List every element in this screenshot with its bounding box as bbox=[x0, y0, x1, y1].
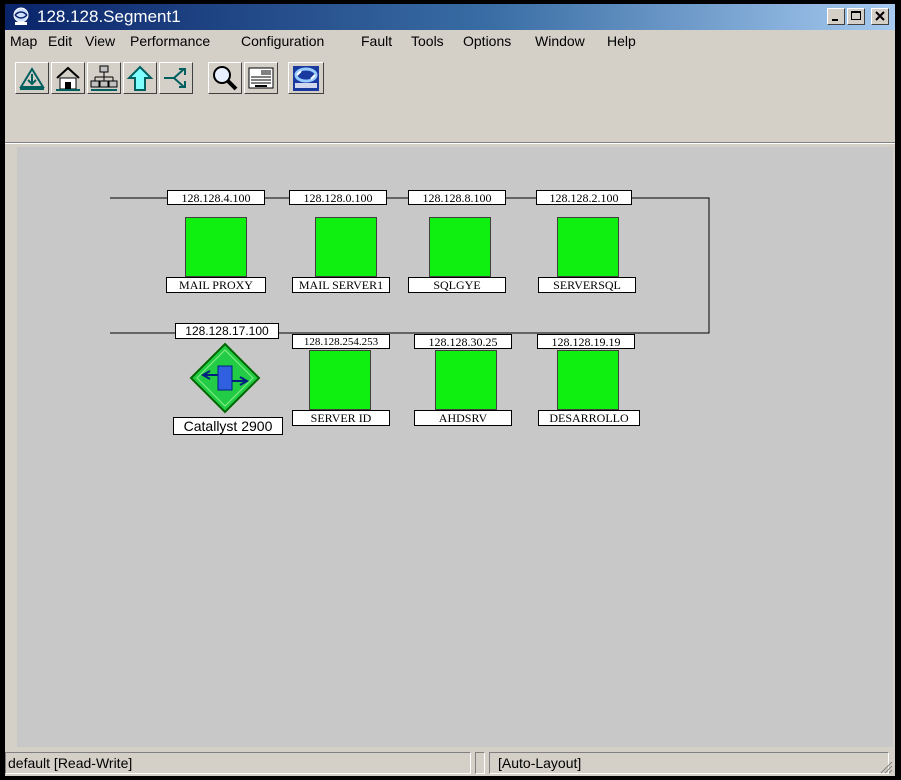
node-icon-serversql[interactable] bbox=[557, 217, 619, 277]
node-ip-label: 128.128.2.100 bbox=[536, 190, 632, 205]
root-submap-icon bbox=[90, 65, 118, 91]
root-submap-button[interactable] bbox=[87, 62, 121, 94]
node-name-label: SERVERSQL bbox=[538, 277, 636, 293]
menu-edit[interactable]: Edit bbox=[48, 33, 72, 49]
menu-help[interactable]: Help bbox=[607, 33, 636, 49]
node-name-label: SQLGYE bbox=[408, 277, 506, 293]
menu-fault[interactable]: Fault bbox=[361, 33, 392, 49]
menu-map[interactable]: Map bbox=[10, 33, 37, 49]
switch-name-label: Catallyst 2900 bbox=[173, 417, 283, 435]
menu-configuration[interactable]: Configuration bbox=[241, 33, 324, 49]
node-name-label: SERVER ID bbox=[292, 410, 390, 426]
node-icon-mail-server1[interactable] bbox=[315, 217, 377, 277]
menu-bar: Map Edit View Performance Configuration … bbox=[5, 30, 895, 52]
maximize-icon bbox=[851, 11, 861, 20]
node-icon-mail-proxy[interactable] bbox=[185, 217, 247, 277]
node-ip-label: 128.128.0.100 bbox=[289, 190, 387, 205]
hp-openview-icon bbox=[293, 66, 319, 91]
quick-navigator-icon bbox=[164, 68, 186, 88]
parent-submap-button[interactable] bbox=[123, 62, 157, 94]
close-submap-button[interactable] bbox=[15, 62, 49, 94]
node-icon-sqlgye[interactable] bbox=[429, 217, 491, 277]
minimize-button[interactable] bbox=[827, 8, 845, 25]
home-submap-button[interactable] bbox=[51, 62, 85, 94]
node-icon-ahdsrv[interactable] bbox=[435, 350, 497, 410]
menu-window[interactable]: Window bbox=[535, 33, 585, 49]
status-layout: [Auto-Layout] bbox=[489, 752, 889, 774]
menu-tools[interactable]: Tools bbox=[411, 33, 444, 49]
node-ip-label: 128.128.30.25 bbox=[414, 334, 512, 349]
application-window: 128.128.Segment1 Map Edit View Performan… bbox=[5, 4, 895, 776]
menu-view[interactable]: View bbox=[85, 33, 115, 49]
node-ip-label: 128.128.4.100 bbox=[167, 190, 265, 205]
home-submap-icon bbox=[56, 66, 80, 91]
resize-grip-icon[interactable] bbox=[879, 760, 893, 774]
node-name-label: MAIL SERVER1 bbox=[292, 277, 390, 293]
map-canvas[interactable]: 128.128.4.100 MAIL PROXY 128.128.0.100 M… bbox=[17, 147, 893, 747]
status-bar: default [Read-Write] [Auto-Layout] bbox=[5, 750, 895, 776]
node-name-label: AHDSRV bbox=[414, 410, 512, 426]
node-ip-label: 128.128.8.100 bbox=[408, 190, 506, 205]
alarm-browser-button[interactable] bbox=[244, 62, 278, 94]
close-submap-icon bbox=[19, 67, 45, 90]
hp-openview-button[interactable] bbox=[288, 62, 324, 94]
menu-options[interactable]: Options bbox=[463, 33, 511, 49]
window-title: 128.128.Segment1 bbox=[37, 7, 181, 26]
status-mode: default [Read-Write] bbox=[5, 752, 471, 774]
menu-performance[interactable]: Performance bbox=[130, 33, 210, 49]
close-icon bbox=[875, 11, 885, 21]
maximize-button[interactable] bbox=[847, 8, 865, 25]
node-ip-label: 128.128.19.19 bbox=[537, 334, 635, 349]
find-button[interactable] bbox=[208, 62, 242, 94]
magnifier-icon bbox=[213, 66, 238, 91]
network-map-icon bbox=[13, 7, 29, 25]
switch-ip-label: 128.128.17.100 bbox=[175, 323, 279, 339]
node-ip-label: 128.128.254.253 bbox=[292, 334, 390, 349]
minimize-icon bbox=[832, 19, 838, 21]
switch-icon[interactable] bbox=[189, 342, 261, 414]
status-divider bbox=[475, 752, 485, 774]
node-name-label: DESARROLLO bbox=[538, 410, 640, 426]
toolbar-separator bbox=[5, 142, 895, 144]
node-name-label: MAIL PROXY bbox=[166, 277, 266, 293]
parent-submap-icon bbox=[126, 65, 154, 91]
quick-navigator-button[interactable] bbox=[159, 62, 193, 94]
node-icon-desarrollo[interactable] bbox=[557, 350, 619, 410]
title-bar[interactable]: 128.128.Segment1 bbox=[5, 4, 895, 30]
close-button[interactable] bbox=[871, 8, 889, 25]
node-icon-server-id[interactable] bbox=[309, 350, 371, 410]
alarm-browser-icon bbox=[248, 67, 274, 89]
